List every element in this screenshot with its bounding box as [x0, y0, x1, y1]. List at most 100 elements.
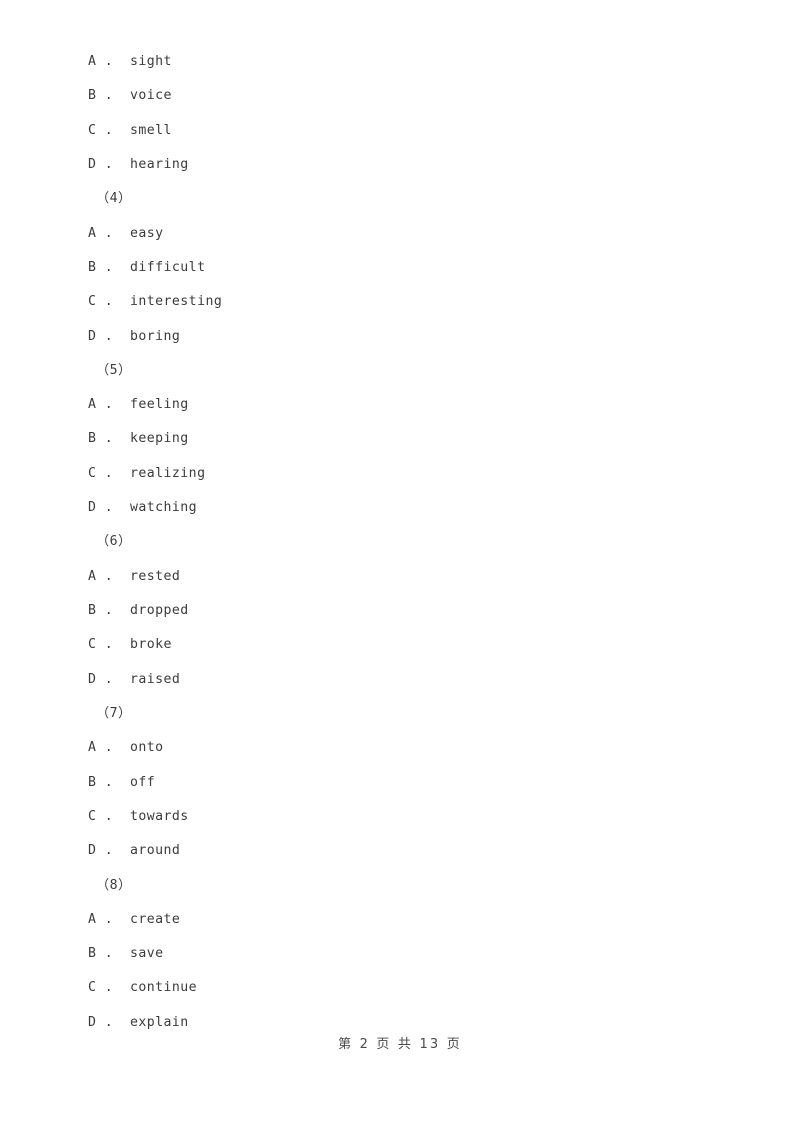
option-gap	[113, 88, 130, 103]
option-separator: .	[96, 808, 114, 824]
question-number: （6）	[96, 534, 132, 550]
option-text: interesting	[129, 294, 223, 310]
option-separator: .	[96, 88, 114, 104]
option-gap	[113, 397, 130, 412]
option-gap	[113, 500, 130, 515]
answer-option[interactable]: C . interesting	[88, 285, 708, 319]
answer-option[interactable]: D . around	[88, 834, 708, 868]
question-number: （4）	[96, 191, 132, 207]
option-text: explain	[129, 1014, 189, 1030]
option-gap	[113, 637, 130, 652]
option-text: save	[129, 946, 164, 962]
option-separator: .	[96, 328, 114, 344]
option-gap	[113, 912, 130, 927]
option-gap	[113, 260, 130, 275]
option-gap	[113, 123, 130, 138]
option-gap	[113, 740, 130, 755]
option-separator: .	[96, 946, 114, 962]
option-text: dropped	[129, 603, 189, 618]
option-separator: .	[96, 156, 114, 172]
option-separator: .	[96, 225, 114, 241]
answer-option[interactable]: B . voice	[88, 79, 708, 113]
option-gap	[113, 672, 130, 687]
option-separator: .	[96, 54, 114, 69]
option-separator: .	[96, 740, 114, 756]
option-gap	[113, 1015, 130, 1030]
option-gap	[113, 431, 130, 446]
answer-option[interactable]: A . create	[88, 903, 708, 937]
answer-option[interactable]: D . boring	[88, 320, 708, 354]
answer-option[interactable]: B . off	[88, 766, 708, 800]
option-text: around	[129, 843, 181, 859]
option-gap	[113, 843, 130, 858]
option-separator: .	[96, 122, 114, 138]
option-separator: .	[96, 671, 114, 687]
answer-option[interactable]: C . broke	[88, 628, 708, 662]
option-gap	[113, 775, 130, 790]
option-gap	[113, 466, 130, 481]
answer-option[interactable]: D . watching	[88, 491, 708, 525]
option-gap	[113, 980, 130, 995]
option-text: keeping	[129, 431, 189, 447]
option-gap	[113, 329, 130, 344]
option-gap	[113, 294, 130, 309]
option-gap	[113, 603, 130, 618]
option-separator: .	[96, 431, 114, 447]
answer-option[interactable]: C . smell	[88, 114, 708, 148]
answer-option[interactable]: B . dropped	[88, 594, 708, 628]
option-separator: .	[96, 397, 114, 413]
option-text: create	[129, 911, 181, 927]
option-separator: .	[96, 603, 114, 618]
answer-option[interactable]: D . hearing	[88, 148, 708, 182]
question-list: A . sight B . voice C . smell D . hearing （4…	[88, 45, 708, 1040]
option-text: hearing	[129, 156, 189, 172]
option-text: easy	[129, 225, 164, 241]
option-text: raised	[129, 671, 181, 687]
page-footer: 第 2 页 共 13 页	[0, 1033, 800, 1052]
answer-option[interactable]: B . keeping	[88, 422, 708, 456]
option-gap	[113, 809, 130, 824]
option-gap	[113, 54, 130, 69]
answer-option[interactable]: A . onto	[88, 731, 708, 765]
option-separator: .	[96, 911, 114, 927]
answer-option[interactable]: A . rested	[88, 560, 708, 594]
answer-option[interactable]: B . save	[88, 937, 708, 971]
question-number: （5）	[96, 362, 132, 378]
answer-option[interactable]: A . easy	[88, 217, 708, 251]
option-separator: .	[96, 637, 114, 653]
option-text: voice	[129, 88, 172, 104]
question-number: （8）	[96, 877, 132, 893]
option-gap	[113, 569, 130, 584]
option-separator: .	[96, 259, 114, 275]
page-number-label: 第 2 页 共 13 页	[338, 1037, 462, 1052]
option-gap	[113, 946, 130, 961]
option-text: continue	[129, 980, 198, 996]
answer-option[interactable]: B . difficult	[88, 251, 708, 285]
option-separator: .	[96, 500, 114, 516]
option-gap	[113, 157, 130, 172]
option-separator: .	[96, 465, 114, 481]
option-text: realizing	[129, 465, 206, 481]
option-text: boring	[129, 328, 181, 344]
option-gap	[113, 226, 130, 241]
option-separator: .	[96, 1014, 114, 1030]
answer-option[interactable]: C . realizing	[88, 457, 708, 491]
option-text: sight	[129, 54, 172, 69]
answer-option[interactable]: D . raised	[88, 663, 708, 697]
option-separator: .	[96, 294, 114, 310]
option-text: feeling	[129, 397, 189, 413]
question-number: （7）	[96, 705, 132, 721]
answer-option[interactable]: C . continue	[88, 971, 708, 1005]
option-separator: .	[96, 843, 114, 859]
answer-option[interactable]: C . towards	[88, 800, 708, 834]
document-page: A . sight B . voice C . smell D . hearing （4…	[0, 0, 800, 1132]
option-text: broke	[129, 637, 172, 653]
option-separator: .	[96, 774, 114, 790]
option-text: difficult	[129, 259, 206, 275]
option-separator: .	[96, 568, 114, 584]
option-text: off	[129, 774, 156, 790]
option-text: watching	[129, 500, 198, 516]
answer-option[interactable]: A . sight	[88, 45, 708, 79]
option-separator: .	[96, 980, 114, 996]
answer-option[interactable]: A . feeling	[88, 388, 708, 422]
